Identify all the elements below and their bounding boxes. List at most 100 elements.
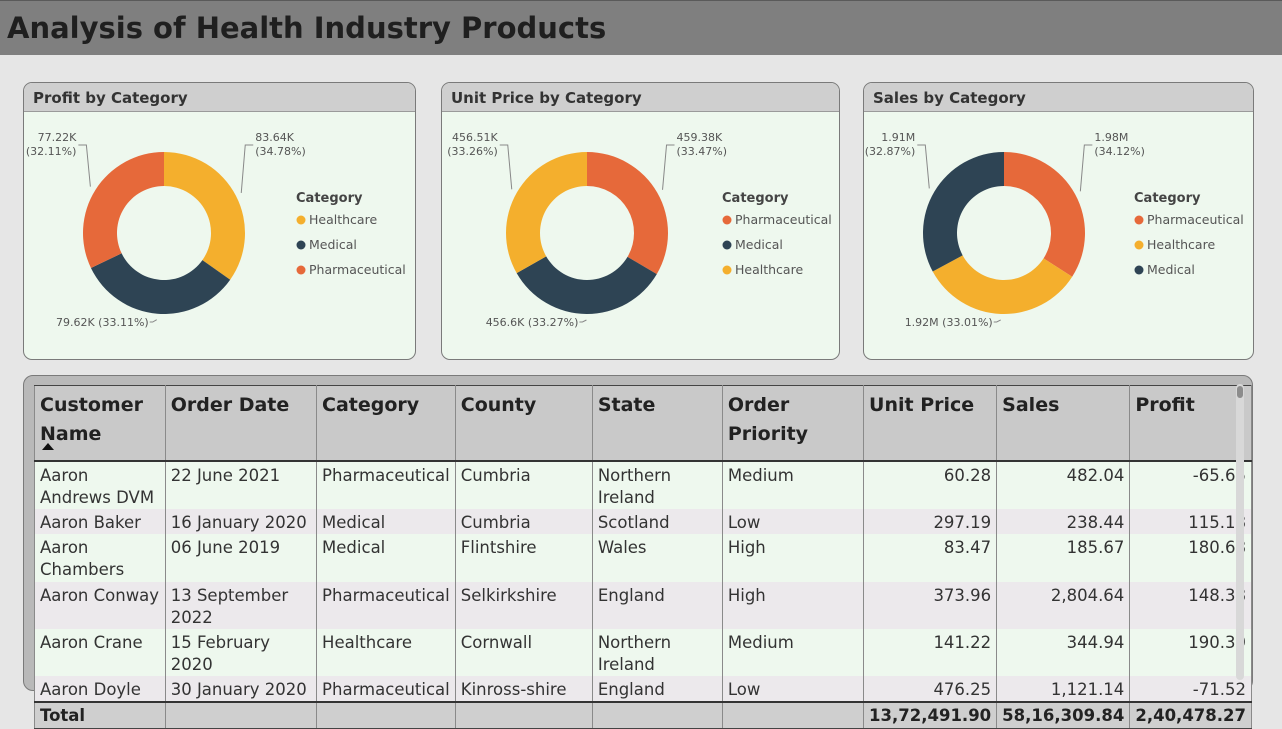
legend-marker [1134, 240, 1144, 250]
table-cell: Low [721, 508, 865, 534]
donut-slice-medical[interactable] [923, 152, 1004, 272]
data-label: 1.91M [881, 131, 915, 144]
data-label-percent: (34.78%) [255, 145, 306, 158]
donut-slice-healthcare[interactable] [164, 152, 245, 280]
donut-slice-medical[interactable] [516, 256, 657, 314]
table-cell: High [721, 581, 865, 629]
profit-donut-chart[interactable]: 83.64K(34.78%) 79.62K (33.11%) 77.22K(32.1… [24, 111, 416, 360]
table-cell: Aaron Conway [34, 581, 166, 629]
leader-line [993, 319, 1001, 323]
total-profit: 2,40,478.27 [1129, 700, 1252, 729]
column-header-order-date[interactable]: Order Date [164, 385, 318, 462]
legend-item[interactable]: Healthcare [309, 212, 377, 227]
table-cell: 60.28 [863, 460, 998, 509]
table-cell: Wales [591, 533, 723, 582]
table-row[interactable]: Aaron Conway 13 September 2022 Pharmaceuti… [34, 581, 1252, 629]
legend-item[interactable]: Healthcare [735, 262, 803, 277]
legend-item[interactable]: Pharmaceutical [1147, 212, 1244, 227]
donut-slice-healthcare[interactable] [506, 152, 587, 274]
sales-chart-card[interactable]: Sales by Category 1.98M (34.12%) 1.92M (33… [863, 82, 1254, 360]
table-cell: 185.67 [996, 533, 1131, 582]
title-bar: Analysis of Health Industry Products [0, 0, 1282, 55]
table-cell: Pharmaceutical [316, 675, 456, 702]
table-cell: -65.65 [1129, 460, 1252, 509]
table-cell: High [721, 533, 865, 582]
legend-marker [722, 265, 732, 275]
data-label-percent: (32.87%) [865, 145, 916, 158]
legend-title: Category [296, 191, 363, 206]
legend-marker [296, 265, 306, 275]
table-cell: 22 June 2021 [164, 460, 318, 509]
data-label-percent: (33.47%) [677, 145, 728, 158]
donut-slice-healthcare[interactable] [932, 255, 1073, 314]
legend-item[interactable]: Medical [309, 237, 357, 252]
legend-title: Category [1134, 191, 1201, 206]
table-cell: 482.04 [996, 460, 1131, 509]
table-cell: Medium [721, 460, 865, 509]
orders-table: Customer Name Order Date Category County… [34, 385, 1252, 729]
scrollbar-thumb[interactable] [1237, 386, 1243, 398]
page-title: Analysis of Health Industry Products [7, 11, 607, 45]
table-header-row: Customer Name Order Date Category County… [34, 385, 1252, 462]
legend-marker [1134, 215, 1144, 225]
data-label: 83.64K [255, 131, 294, 144]
table-cell: 13 September 2022 [164, 581, 318, 629]
legend-item[interactable]: Pharmaceutical [735, 212, 832, 227]
table-cell: Selkirkshire [454, 581, 593, 629]
table-row[interactable]: Aaron Chambers 06 June 2019 Medical Flintsh… [34, 533, 1252, 582]
table-cell: 148.38 [1129, 581, 1252, 629]
unit-price-donut-chart[interactable]: 459.38K(33.47%) 456.6K (33.27%) 456.51K(33… [442, 111, 840, 360]
legend-item[interactable]: Medical [735, 237, 783, 252]
legend-item[interactable]: Pharmaceutical [309, 262, 406, 277]
total-sales: 58,16,309.84 [996, 700, 1131, 729]
table-cell: 476.25 [863, 675, 998, 702]
legend-item[interactable]: Medical [1147, 262, 1195, 277]
sales-donut-chart[interactable]: 1.98M(34.12%) 1.92M (33.01%) 1.91M(32.87%)… [864, 111, 1254, 360]
leader-line [240, 144, 254, 194]
table-cell: Medical [316, 533, 456, 582]
table-cell: Cumbria [454, 460, 593, 509]
table-row[interactable]: Aaron Crane 15 February 2020 Healthcare Cor… [34, 628, 1252, 676]
column-header-state[interactable]: State [591, 385, 723, 462]
table-cell: Scotland [591, 508, 723, 534]
column-header-order-priority[interactable]: Order Priority [721, 385, 865, 462]
data-label: 77.22K [38, 131, 77, 144]
table-cell: Cornwall [454, 628, 593, 676]
profit-chart-card[interactable]: Profit by Category 83.64K (34.78%) 79.62K … [23, 82, 416, 360]
column-header-unit-price[interactable]: Unit Price [863, 385, 998, 462]
total-unit-price: 13,72,491.90 [863, 700, 998, 729]
table-cell: Flintshire [454, 533, 593, 582]
column-header-sales[interactable]: Sales [996, 385, 1131, 462]
data-label: 1.92M (33.01%) [905, 316, 993, 329]
table-cell: 16 January 2020 [164, 508, 318, 534]
table-cell: 190.39 [1129, 628, 1252, 676]
data-label: 456.6K (33.27%) [486, 316, 579, 329]
vertical-scrollbar[interactable] [1236, 384, 1244, 680]
column-header-profit[interactable]: Profit [1129, 385, 1252, 462]
unit-price-chart-card[interactable]: Unit Price by Category 459.38K (33.47%) 45… [441, 82, 840, 360]
orders-table-visual[interactable]: Customer Name Order Date Category County… [23, 375, 1253, 729]
table-row[interactable]: Aaron Andrews DVM 22 June 2021 Pharmaceuti… [34, 460, 1252, 509]
leader-line [499, 144, 513, 190]
table-cell: 83.47 [863, 533, 998, 582]
column-header-category[interactable]: Category [316, 385, 456, 462]
table-cell: Kinross-shire [454, 675, 593, 702]
donut-slice-pharmaceutical[interactable] [83, 152, 164, 268]
table-cell: England [591, 675, 723, 702]
donut-slice-pharmaceutical[interactable] [1004, 152, 1085, 277]
chart-title: Sales by Category [873, 89, 1026, 107]
legend-marker [722, 215, 732, 225]
table-cell: Pharmaceutical [316, 581, 456, 629]
chart-header: Unit Price by Category [442, 83, 839, 112]
column-header-county[interactable]: County [454, 385, 593, 462]
table-cell: 238.44 [996, 508, 1131, 534]
donut-slice-pharmaceutical[interactable] [587, 152, 668, 275]
table-cell: 30 January 2020 [164, 675, 318, 702]
table-cell: 141.22 [863, 628, 998, 676]
table-row[interactable]: Aaron Baker 16 January 2020 Medical Cumbria… [34, 508, 1252, 534]
table-cell: 344.94 [996, 628, 1131, 676]
data-label: 459.38K [677, 131, 723, 144]
legend-item[interactable]: Healthcare [1147, 237, 1215, 252]
column-header-customer-name[interactable]: Customer Name [34, 385, 166, 462]
table-row[interactable]: Aaron Doyle 30 January 2020 Pharmaceutical… [34, 675, 1252, 702]
